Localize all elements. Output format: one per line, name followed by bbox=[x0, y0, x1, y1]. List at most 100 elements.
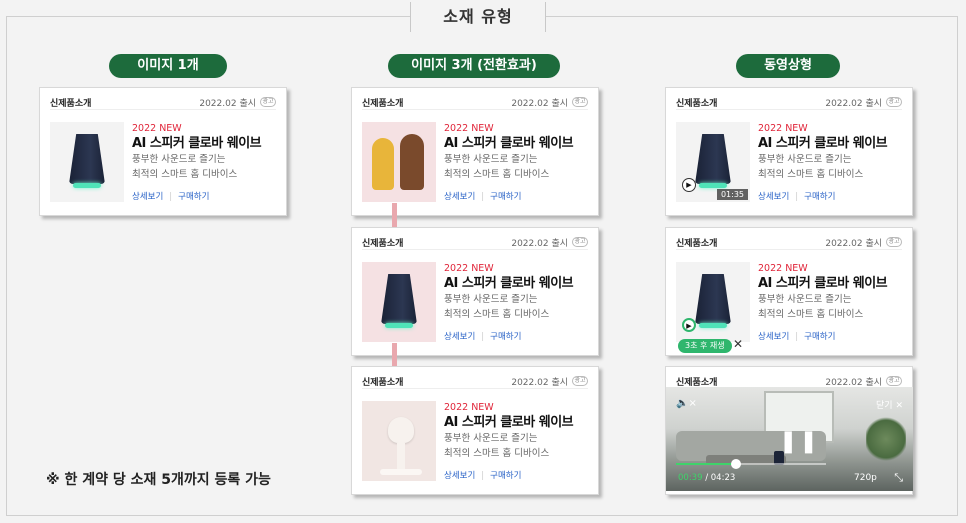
detail-link[interactable]: 상세보기 bbox=[758, 332, 789, 342]
product-desc-2: 최적의 스마트 홈 디바이스 bbox=[132, 169, 238, 180]
buy-link[interactable]: 구매하기 bbox=[490, 332, 521, 342]
ad-badge: 광고 bbox=[572, 97, 588, 107]
character-speakers-image-2 bbox=[400, 134, 424, 190]
card-links: 상세보기 | 구매하기 bbox=[444, 190, 521, 202]
ad-card-single-image[interactable]: 신제품소개 2022.02 출시 광고 2022 NEW AI 스피커 클로바 … bbox=[39, 87, 287, 216]
ad-badge: 광고 bbox=[886, 376, 902, 386]
ad-card-transition-3[interactable]: 신제품소개 2022.02 출시 광고 2022 NEW AI 스피커 클로바 … bbox=[351, 366, 599, 495]
ad-card-transition-1[interactable]: 신제품소개 2022.02 출시 광고 2022 NEW AI 스피커 클로바 … bbox=[351, 87, 599, 216]
card-release-date: 2022.02 출시 bbox=[511, 239, 568, 249]
detail-link[interactable]: 상세보기 bbox=[444, 471, 475, 481]
ad-card-transition-2[interactable]: 신제품소개 2022.02 출시 광고 2022 NEW AI 스피커 클로바 … bbox=[351, 227, 599, 356]
video-total-time: / 04:23 bbox=[705, 473, 736, 483]
speaker-image bbox=[381, 274, 417, 328]
card-links: 상세보기 | 구매하기 bbox=[132, 190, 209, 202]
card-release-date: 2022.02 출시 bbox=[511, 378, 568, 388]
detail-link[interactable]: 상세보기 bbox=[132, 192, 163, 202]
card-category: 신제품소개 bbox=[676, 99, 718, 109]
product-desc-2: 최적의 스마트 홈 디바이스 bbox=[444, 309, 550, 320]
card-header: 신제품소개 2022.02 출시 광고 bbox=[362, 375, 588, 389]
new-tag: 2022 NEW bbox=[444, 263, 494, 274]
detail-link[interactable]: 상세보기 bbox=[758, 192, 789, 202]
video-progress-fill bbox=[676, 463, 736, 465]
registration-note: ※ 한 계약 당 소재 5개까지 등록 가능 bbox=[46, 472, 271, 488]
play-icon[interactable]: ▶ bbox=[682, 178, 696, 192]
ad-card-video-autoplay[interactable]: 신제품소개 2022.02 출시 광고 ▶ 2022 NEW AI 스피커 클로… bbox=[665, 227, 913, 356]
product-info: 2022 NEW AI 스피커 클로바 웨이브 풍부한 사운드로 즐기는 최적의… bbox=[758, 262, 906, 322]
column-label-image-3: 이미지 3개 (전환효과) bbox=[388, 54, 560, 78]
product-name[interactable]: AI 스피커 클로바 웨이브 bbox=[444, 414, 592, 431]
video-current-time: 00:39 bbox=[678, 473, 703, 483]
card-links: 상세보기 | 구매하기 bbox=[758, 330, 835, 342]
card-header: 신제품소개 2022.02 출시 광고 bbox=[362, 96, 588, 110]
column-label-image-1: 이미지 1개 bbox=[109, 54, 227, 78]
new-tag: 2022 NEW bbox=[444, 402, 494, 413]
ad-badge: 광고 bbox=[572, 376, 588, 386]
product-name[interactable]: AI 스피커 클로바 웨이브 bbox=[444, 275, 592, 292]
card-links: 상세보기 | 구매하기 bbox=[444, 330, 521, 342]
buy-link[interactable]: 구매하기 bbox=[804, 332, 835, 342]
product-thumbnail[interactable] bbox=[362, 262, 436, 342]
product-desc-1: 풍부한 사운드로 즐기는 bbox=[758, 294, 852, 305]
buy-link[interactable]: 구매하기 bbox=[178, 192, 209, 202]
product-thumbnail[interactable] bbox=[362, 122, 436, 202]
card-category: 신제품소개 bbox=[362, 239, 404, 249]
product-desc-1: 풍부한 사운드로 즐기는 bbox=[132, 154, 226, 165]
speaker-image bbox=[695, 274, 731, 328]
product-info: 2022 NEW AI 스피커 클로바 웨이브 풍부한 사운드로 즐기는 최적의… bbox=[444, 122, 592, 182]
card-header: 신제품소개 2022.02 출시 광고 bbox=[676, 236, 902, 250]
lamp-image bbox=[388, 417, 414, 443]
link-separator: | bbox=[169, 192, 173, 202]
product-thumbnail[interactable] bbox=[362, 401, 436, 481]
product-desc-1: 풍부한 사운드로 즐기는 bbox=[444, 433, 538, 444]
ad-badge: 광고 bbox=[572, 237, 588, 247]
detail-link[interactable]: 상세보기 bbox=[444, 192, 475, 202]
video-thumbnail[interactable]: ▶ bbox=[676, 262, 750, 342]
speaker-image bbox=[695, 134, 731, 188]
buy-link[interactable]: 구매하기 bbox=[804, 192, 835, 202]
product-info: 2022 NEW AI 스피커 클로바 웨이브 풍부한 사운드로 즐기는 최적의… bbox=[758, 122, 906, 182]
product-name[interactable]: AI 스피커 클로바 웨이브 bbox=[758, 275, 906, 292]
video-scene-plant bbox=[866, 415, 906, 463]
buy-link[interactable]: 구매하기 bbox=[490, 192, 521, 202]
product-desc-2: 최적의 스마트 홈 디바이스 bbox=[444, 169, 550, 180]
close-icon[interactable]: ✕ bbox=[733, 337, 743, 351]
video-quality[interactable]: 720p bbox=[854, 473, 877, 483]
pause-icon[interactable]: ❚❚ bbox=[779, 429, 820, 454]
video-time: 00:39 / 04:23 bbox=[678, 473, 735, 483]
product-thumbnail[interactable] bbox=[50, 122, 124, 202]
product-desc-2: 최적의 스마트 홈 디바이스 bbox=[758, 169, 864, 180]
video-progress-knob[interactable] bbox=[731, 459, 741, 469]
video-thumbnail[interactable]: ▶ 01:35 bbox=[676, 122, 750, 202]
product-name[interactable]: AI 스피커 클로바 웨이브 bbox=[758, 135, 906, 152]
product-info: 2022 NEW AI 스피커 클로바 웨이브 풍부한 사운드로 즐기는 최적의… bbox=[444, 401, 592, 461]
product-name[interactable]: AI 스피커 클로바 웨이브 bbox=[444, 135, 592, 152]
video-close-button[interactable]: 닫기 ✕ bbox=[876, 398, 903, 411]
section-title: 소재 유형 bbox=[443, 7, 513, 26]
ad-badge: 광고 bbox=[260, 97, 276, 107]
product-info: 2022 NEW AI 스피커 클로바 웨이브 풍부한 사운드로 즐기는 최적의… bbox=[132, 122, 280, 182]
ad-badge: 광고 bbox=[886, 237, 902, 247]
product-desc-1: 풍부한 사운드로 즐기는 bbox=[444, 294, 538, 305]
fullscreen-icon[interactable]: ⤡ bbox=[894, 471, 903, 485]
character-speakers-image bbox=[372, 138, 394, 190]
card-release-date: 2022.02 출시 bbox=[511, 99, 568, 109]
ad-badge: 광고 bbox=[886, 97, 902, 107]
product-desc-2: 최적의 스마트 홈 디바이스 bbox=[758, 309, 864, 320]
card-links: 상세보기 | 구매하기 bbox=[758, 190, 835, 202]
autoplay-chip[interactable]: 3초 후 재생 bbox=[678, 339, 732, 353]
video-duration: 01:35 bbox=[716, 189, 748, 200]
buy-link[interactable]: 구매하기 bbox=[490, 471, 521, 481]
detail-link[interactable]: 상세보기 bbox=[444, 332, 475, 342]
autoplay-countdown-icon[interactable]: ▶ bbox=[682, 318, 696, 332]
card-category: 신제품소개 bbox=[362, 99, 404, 109]
ad-card-video-thumbnail[interactable]: 신제품소개 2022.02 출시 광고 ▶ 01:35 2022 NEW AI … bbox=[665, 87, 913, 216]
speaker-image bbox=[69, 134, 105, 188]
product-name[interactable]: AI 스피커 클로바 웨이브 bbox=[132, 135, 280, 152]
product-desc-1: 풍부한 사운드로 즐기는 bbox=[758, 154, 852, 165]
link-separator: | bbox=[481, 471, 485, 481]
video-player[interactable]: 🔈× 닫기 ✕ ❚❚ 00:39 / 04:23 720p ⤡ bbox=[666, 387, 913, 491]
video-progress-bar[interactable] bbox=[676, 459, 826, 469]
card-links: 상세보기 | 구매하기 bbox=[444, 469, 521, 481]
mute-icon[interactable]: 🔈× bbox=[676, 398, 697, 409]
